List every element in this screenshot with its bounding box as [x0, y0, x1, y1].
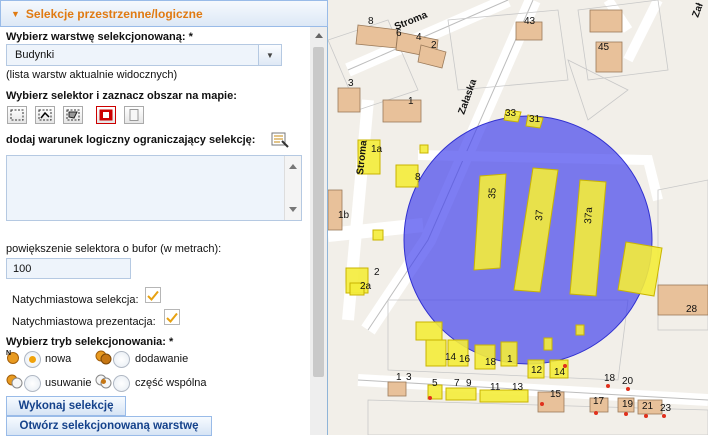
house-number: 13	[512, 382, 524, 393]
rectangle-selector-icon[interactable]	[7, 106, 27, 124]
house-number: 9	[466, 378, 472, 389]
layer-select[interactable]: Budynki ▼	[6, 44, 282, 66]
scroll-up-icon[interactable]	[315, 33, 323, 38]
condition-textarea[interactable]	[6, 155, 302, 221]
house-number: 43	[524, 16, 536, 27]
layer-select-value: Budynki	[15, 49, 55, 61]
instant-presentation-checkbox[interactable]	[164, 309, 180, 325]
scroll-thumb[interactable]	[313, 47, 324, 377]
house-number: 18	[604, 373, 616, 384]
house-number: 1	[507, 354, 513, 365]
house-number: 6	[396, 28, 402, 39]
house-number: 16	[459, 354, 471, 365]
house-number: 3	[406, 372, 412, 383]
house-number: 3	[348, 78, 354, 89]
house-number: 21	[642, 401, 654, 412]
mode-label: Wybierz tryb selekcjonowania: *	[6, 336, 174, 348]
house-number: 33	[505, 108, 517, 119]
page-selector-icon[interactable]	[124, 106, 144, 124]
buffer-value: 100	[13, 262, 32, 275]
house-number: 5	[432, 378, 438, 389]
house-number: 37	[534, 209, 546, 221]
house-number: 7	[454, 378, 460, 389]
buffer-label: powiększenie selektora o bufor (w metrac…	[6, 243, 222, 255]
map-canvas[interactable]: Stroma Załaska Stroma Zał 8 6 4 2 43 45 …	[328, 0, 708, 435]
house-number: 2	[431, 40, 437, 51]
house-number: 1a	[371, 144, 383, 155]
instant-selection-label: Natychmiastowa selekcja:	[12, 294, 139, 306]
house-number: 14	[445, 352, 457, 363]
house-number: 12	[531, 365, 543, 376]
house-number: 8	[415, 172, 421, 183]
house-number: 45	[598, 42, 610, 53]
svg-text:N: N	[6, 350, 11, 357]
mode-new-radio[interactable]	[24, 351, 41, 368]
intersect-selection-icon	[95, 374, 112, 389]
house-number: 8	[368, 16, 374, 27]
layer-hint: (lista warstw aktualnie widocznych)	[6, 69, 178, 81]
condition-scrollbar[interactable]	[284, 156, 301, 220]
house-number: 18	[485, 357, 497, 368]
layer-label: Wybierz warstwę selekcjonowaną: *	[6, 31, 193, 43]
house-number: 17	[593, 396, 605, 407]
house-number: 1	[408, 96, 414, 107]
query-builder-icon[interactable]	[271, 132, 289, 148]
mode-intersect-radio[interactable]	[113, 375, 130, 392]
mode-remove-radio[interactable]	[24, 375, 41, 392]
house-number: 4	[416, 32, 422, 43]
house-number: 1b	[338, 210, 350, 221]
house-number: 1	[396, 372, 402, 383]
house-number: 23	[660, 403, 672, 414]
house-number: 2a	[360, 281, 372, 292]
collapse-caret-icon[interactable]: ▼	[11, 9, 20, 19]
house-number: 35	[487, 187, 499, 199]
mode-remove-label: usuwanie	[45, 377, 92, 389]
selector-label: Wybierz selektor i zaznacz obszar na map…	[6, 90, 237, 102]
panel-header[interactable]: ▼ Selekcje przestrzenne/logiczne	[0, 0, 328, 27]
buffer-input[interactable]: 100	[6, 258, 131, 279]
panel-title: Selekcje przestrzenne/logiczne	[25, 6, 203, 21]
panel-scrollbar[interactable]	[310, 27, 327, 435]
mode-new-label: nowa	[45, 353, 72, 365]
house-number: 14	[554, 367, 566, 378]
house-number: 31	[529, 114, 541, 125]
remove-selection-icon	[6, 374, 23, 389]
mode-add-radio[interactable]	[113, 351, 130, 368]
instant-selection-checkbox[interactable]	[145, 287, 161, 303]
house-number: 20	[622, 376, 634, 387]
new-selection-icon: N	[6, 350, 19, 364]
map-view[interactable]: Stroma Załaska Stroma Zał 8 6 4 2 43 45 …	[328, 0, 708, 435]
mode-intersect-label: część wspólna	[135, 377, 207, 389]
object-selector-icon[interactable]	[96, 106, 116, 124]
condition-label: dodaj warunek logiczny ograniczający sel…	[6, 134, 256, 146]
house-number: 37a	[583, 206, 595, 224]
chevron-down-icon[interactable]: ▼	[258, 45, 281, 65]
open-layer-button[interactable]: Otwórz selekcjonowaną warstwę	[6, 416, 212, 436]
polygon-selector-icon[interactable]	[63, 106, 83, 124]
instant-presentation-label: Natychmiastowa prezentacja:	[12, 316, 156, 328]
execute-selection-button[interactable]: Wykonaj selekcję	[6, 396, 126, 416]
polyline-selector-icon[interactable]	[35, 106, 55, 124]
mode-add-label: dodawanie	[135, 353, 189, 365]
house-number: 11	[490, 382, 501, 393]
house-number: 28	[686, 304, 698, 315]
house-number: 19	[622, 399, 634, 410]
selection-panel: ▼ Selekcje przestrzenne/logiczne Wybierz…	[0, 0, 328, 436]
house-number: 2	[374, 267, 380, 278]
house-number: 15	[550, 389, 562, 400]
panel-content: Wybierz warstwę selekcjonowaną: *	[0, 27, 310, 435]
add-selection-icon	[95, 350, 112, 365]
